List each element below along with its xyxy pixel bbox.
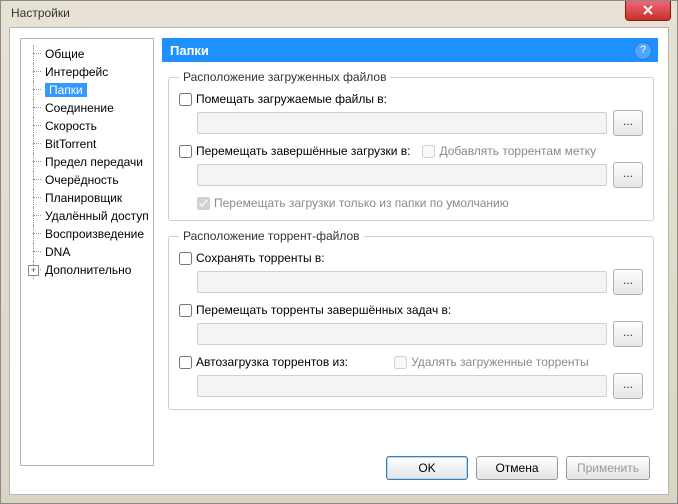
checkbox-move-torrents-input[interactable] [179,304,192,317]
tree-item-connection[interactable]: Соединение [25,99,153,117]
category-tree[interactable]: Общие Интерфейс Папки Соединение Скорост… [20,38,154,466]
client-area: Общие Интерфейс Папки Соединение Скорост… [9,27,669,495]
path-autoload[interactable] [197,375,607,397]
right-panel: Папки ? Расположение загруженных файлов … [162,38,658,466]
panel-content: Расположение загруженных файлов Помещать… [162,62,658,466]
checkbox-move-torrents[interactable]: Перемещать торренты завершённых задач в: [179,303,451,317]
group-torrent-files: Расположение торрент-файлов Сохранять то… [168,229,654,410]
checkbox-save-torrents[interactable]: Сохранять торренты в: [179,251,325,265]
checkbox-move-completed[interactable]: Перемещать завершённые загрузки в: [179,144,410,158]
tree-item-scheduler[interactable]: Планировщик [25,189,153,207]
path-move-completed[interactable] [197,164,607,186]
tree-item-folders[interactable]: Папки [25,81,153,99]
browse-save-torrents[interactable]: ... [613,269,643,295]
close-icon [642,4,654,16]
checkbox-move-completed-input[interactable] [179,145,192,158]
checkbox-only-default: Перемещать загрузки только из папки по у… [197,196,509,210]
tree-item-transfercap[interactable]: Предел передачи [25,153,153,171]
path-move-torrents[interactable] [197,323,607,345]
checkbox-put-files[interactable]: Помещать загружаемые файлы в: [179,92,387,106]
ok-button[interactable]: OK [386,456,468,480]
tree-item-advanced[interactable]: + Дополнительно [25,261,153,279]
path-save-torrents[interactable] [197,271,607,293]
checkbox-add-label: Добавлять торрентам метку [422,144,596,158]
group1-legend: Расположение загруженных файлов [179,70,390,84]
apply-button[interactable]: Применить [566,456,650,480]
checkbox-only-default-input [197,197,210,210]
expand-icon[interactable]: + [28,265,39,276]
browse-move-torrents[interactable]: ... [613,321,643,347]
tree-item-general[interactable]: Общие [25,45,153,63]
group-downloaded-files: Расположение загруженных файлов Помещать… [168,70,654,221]
checkbox-autoload[interactable]: Автозагрузка торрентов из: [179,355,348,369]
dialog-buttons: OK Отмена Применить [386,456,650,480]
help-icon[interactable]: ? [634,42,652,60]
checkbox-delete-loaded: Удалять загруженные торренты [394,355,589,369]
cancel-button[interactable]: Отмена [476,456,558,480]
checkbox-add-label-input [422,145,435,158]
checkbox-save-torrents-input[interactable] [179,252,192,265]
titlebar: Настройки [1,1,677,27]
checkbox-delete-loaded-input [394,356,407,369]
tree-item-queue[interactable]: Очерёдность [25,171,153,189]
browse-move-completed[interactable]: ... [613,162,643,188]
tree-item-dna[interactable]: DNA [25,243,153,261]
browse-autoload[interactable]: ... [613,373,643,399]
panel-title: Папки [170,43,209,58]
group2-legend: Расположение торрент-файлов [179,229,364,243]
panel-header: Папки ? [162,38,658,62]
checkbox-put-files-input[interactable] [179,93,192,106]
tree-item-remote[interactable]: Удалённый доступ [25,207,153,225]
tree-item-speed[interactable]: Скорость [25,117,153,135]
tree-item-playback[interactable]: Воспроизведение [25,225,153,243]
path-put-files[interactable] [197,112,607,134]
settings-window: Настройки Общие Интерфейс Папки Соединен… [0,0,678,504]
browse-put-files[interactable]: ... [613,110,643,136]
checkbox-autoload-input[interactable] [179,356,192,369]
window-title: Настройки [11,6,70,20]
close-button[interactable] [625,1,671,21]
tree-item-bittorrent[interactable]: BitTorrent [25,135,153,153]
tree-item-interface[interactable]: Интерфейс [25,63,153,81]
